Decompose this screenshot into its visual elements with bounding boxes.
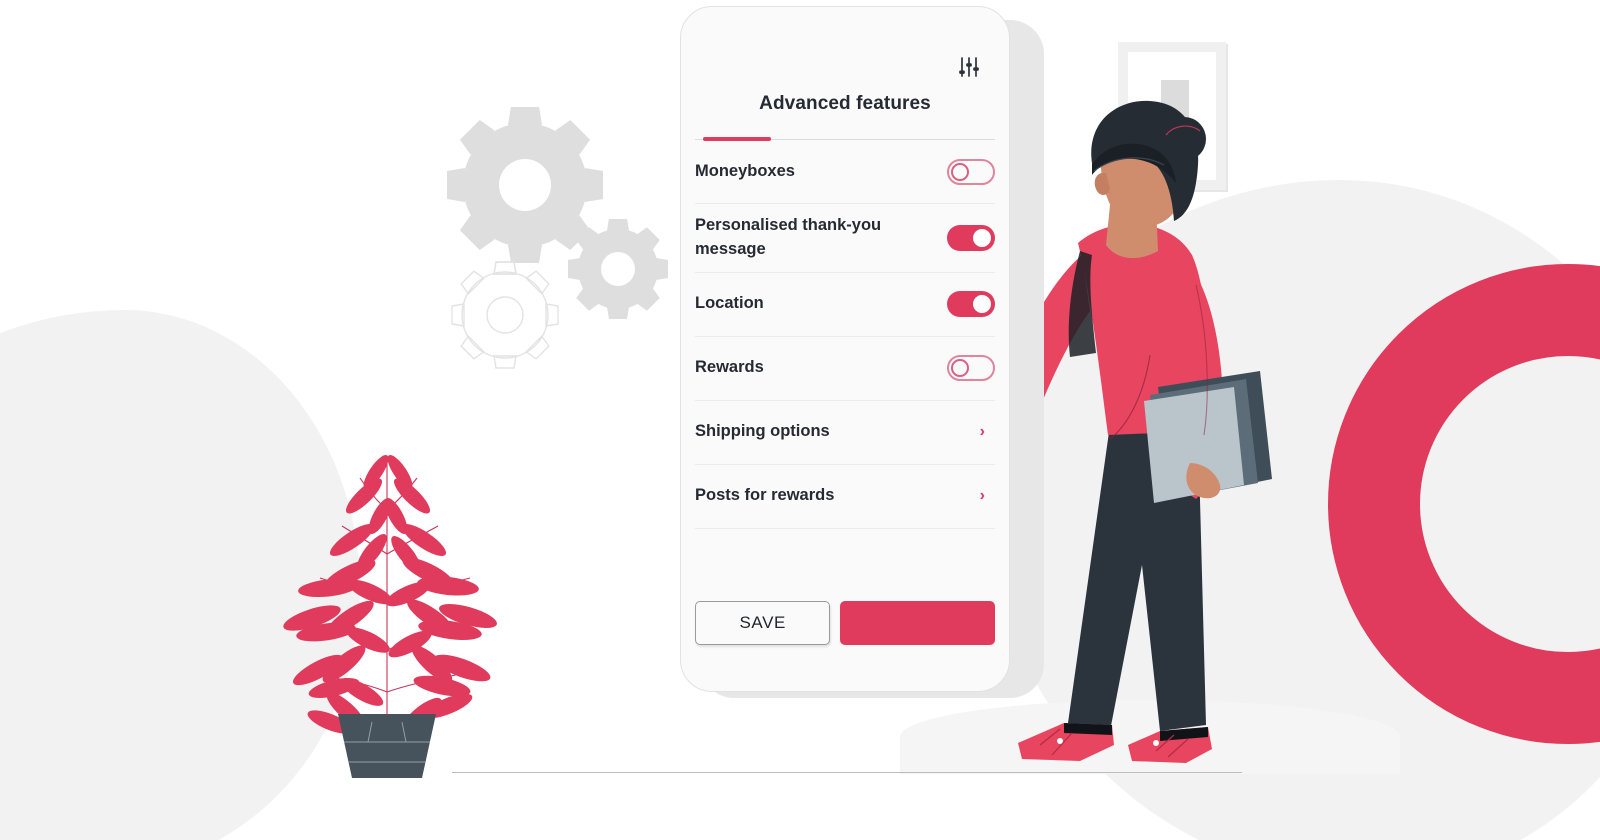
sliders-icon[interactable] xyxy=(957,55,981,79)
toggle-location[interactable] xyxy=(947,291,995,318)
plant-pot xyxy=(338,714,436,778)
list-item-location[interactable]: Location xyxy=(695,273,995,337)
save-button[interactable]: SAVE xyxy=(695,601,831,645)
list-item-personalised-thank-you-message[interactable]: Personalised thank-you message xyxy=(695,204,995,273)
toggle-personalised-thank-you-message[interactable] xyxy=(947,224,995,251)
list-item-posts-for-rewards[interactable]: Posts for rewards › xyxy=(695,465,995,529)
list-item-label: Personalised thank-you message xyxy=(695,216,882,258)
toggle-rewards[interactable] xyxy=(947,355,995,382)
list-item-label: Shipping options xyxy=(695,422,830,441)
person-shoes xyxy=(1018,723,1212,763)
phone-mockup: Advanced features Moneyboxes Personalise… xyxy=(680,6,1010,692)
progress-track xyxy=(695,137,995,141)
phone-topbar xyxy=(681,7,1009,79)
list-item-moneyboxes[interactable]: Moneyboxes xyxy=(695,140,995,204)
progress-fill xyxy=(703,137,771,141)
phone-action-bar: SAVE xyxy=(681,601,1009,691)
list-item-label: Rewards xyxy=(695,358,764,377)
toggle-knob xyxy=(973,295,991,314)
list-item-shipping-options[interactable]: Shipping options › xyxy=(695,401,995,465)
gears-group xyxy=(440,80,680,385)
toggle-moneyboxes[interactable] xyxy=(947,158,995,185)
person-hair-bun xyxy=(1162,117,1206,161)
settings-list: Moneyboxes Personalised thank-you messag… xyxy=(695,140,995,529)
gear-medium-icon xyxy=(568,219,668,319)
list-item-rewards[interactable]: Rewards xyxy=(695,337,995,401)
list-item-label: Posts for rewards xyxy=(695,486,835,505)
potted-plant xyxy=(272,392,502,787)
illustration-scene: Advanced features Moneyboxes Personalise… xyxy=(0,0,1600,840)
page-title: Advanced features xyxy=(759,93,931,114)
chevron-right-icon[interactable]: › xyxy=(980,488,995,504)
toggle-knob xyxy=(951,359,969,378)
chevron-right-icon[interactable]: › xyxy=(980,424,995,440)
list-item-label: Location xyxy=(695,294,764,313)
list-item-label: Moneyboxes xyxy=(695,161,795,180)
gear-small-icon xyxy=(451,261,559,369)
primary-action-button[interactable] xyxy=(840,601,995,645)
toggle-knob xyxy=(951,162,969,181)
toggle-knob xyxy=(973,228,991,247)
